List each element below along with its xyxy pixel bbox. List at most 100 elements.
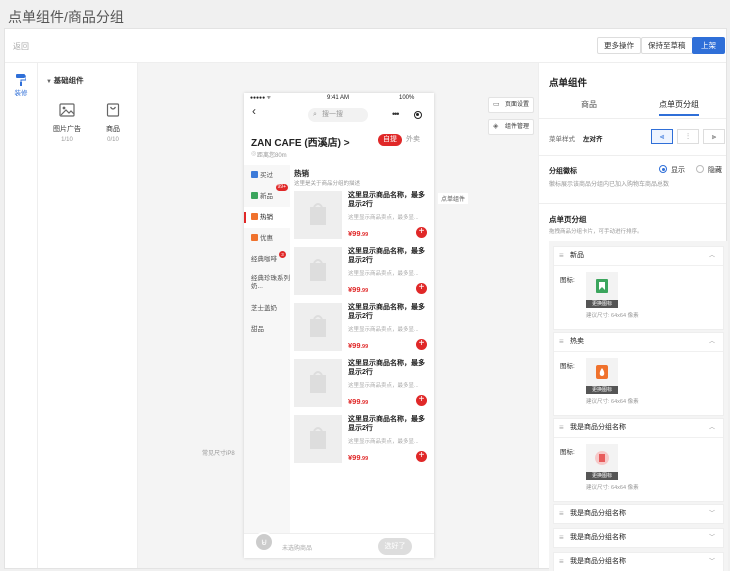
status-bar: ●●●●● ᯤ 9:41 AM 100% [244, 93, 434, 103]
group-card[interactable]: ≡ 我是商品分组名称 ﹀ [553, 504, 724, 524]
top-toolbar: 返回 更多操作 保持至草稿 上架 [5, 29, 726, 63]
component-manage-button[interactable]: ◈ 组件管理 [488, 119, 534, 135]
checkout-button[interactable]: 选好了 [378, 538, 412, 555]
show-radio[interactable]: 显示 [659, 165, 685, 175]
radio-unchecked-icon [696, 165, 704, 173]
add-to-cart-button[interactable]: + [416, 339, 427, 350]
drag-handle-icon[interactable]: ≡ [559, 419, 564, 437]
cart-icon[interactable]: ⊌ [254, 532, 274, 552]
component-name: 图片广告 [53, 126, 81, 133]
product-card[interactable]: 这里显示商品名称，最多显示2行 这里显示商品卖点，最多显... ¥99.99 + [292, 191, 430, 241]
drag-handle-icon[interactable]: ≡ [559, 553, 564, 571]
page-title: 点单组件/商品分组 [8, 9, 124, 25]
category-item-bought[interactable]: 买过 [244, 165, 290, 186]
image-icon [59, 103, 75, 117]
category-icon [251, 171, 258, 178]
drag-handle-icon[interactable]: ≡ [559, 505, 564, 523]
tab-products[interactable]: 商品 [581, 99, 597, 119]
store-name[interactable]: ZAN CAFE (西溪店) > [251, 134, 350, 149]
category-item-pearl[interactable]: 经典珍珠系列奶... [244, 270, 290, 298]
search-input[interactable]: ⌕ 搜一搜 [308, 108, 368, 122]
align-right-icon[interactable]: ⫸ [703, 129, 725, 144]
product-desc: 这里显示商品卖点，最多显... [348, 215, 419, 221]
drag-handle-icon[interactable]: ≡ [559, 333, 564, 351]
add-to-cart-button[interactable]: + [416, 395, 427, 406]
size-hint: 建议尺寸: 64x64 像素 [586, 399, 639, 405]
chevron-left-icon[interactable]: ‹ [252, 104, 256, 118]
back-link[interactable]: 返回 [13, 41, 29, 52]
product-price: ¥99.99 [348, 341, 369, 350]
chevron-up-icon[interactable]: ︿ [709, 419, 715, 437]
group-card-header[interactable]: ≡ 我是商品分组名称 ﹀ [554, 529, 723, 547]
chevron-up-icon[interactable]: ︿ [709, 333, 715, 351]
change-icon-button[interactable]: 更换图标 [586, 386, 618, 394]
group-card-header[interactable]: ≡ 我是商品分组名称 ︿ [554, 419, 723, 437]
save-draft-button[interactable]: 保持至草稿 [641, 37, 693, 54]
mini-program-capsule[interactable]: ••• [386, 108, 428, 122]
component-image-ad[interactable]: 图片广告 1/10 [50, 103, 84, 143]
icon-field-label: 图标: [560, 277, 575, 284]
product-card[interactable]: 这里显示商品名称，最多显示2行 这里显示商品卖点，最多显... ¥99.99 + [292, 415, 430, 465]
category-icon [251, 192, 258, 199]
library-title[interactable]: ▼ 基础组件 [46, 75, 84, 86]
settings-panel: 点单组件 商品 点单页分组 菜单样式 左对齐 ⫷ ⫶ ⫸ 分组徽标 徽标展示该商… [538, 63, 728, 571]
page-settings-button[interactable]: ▭ 页面设置 [488, 97, 534, 113]
category-item-coffee[interactable]: 经典咖啡 3 [244, 249, 290, 270]
shopping-bag-icon [106, 103, 120, 117]
group-card[interactable]: ≡ 我是商品分组名称 ︿ 图标: 更换图标 建议尺寸: 64x64 像素 [553, 418, 724, 502]
group-card-header[interactable]: ≡ 我是商品分组名称 ﹀ [554, 553, 723, 571]
count-badge: 3 [279, 251, 286, 258]
product-desc: 这里显示商品卖点，最多显... [348, 439, 419, 445]
publish-button[interactable]: 上架 [692, 37, 725, 54]
category-item-hot[interactable]: 热销 [244, 207, 290, 228]
category-item-cheese[interactable]: 芝士盖奶 [244, 298, 290, 319]
monitor-icon: ▭ [493, 101, 500, 108]
group-icon-label: 分组徽标 [549, 168, 577, 175]
group-card[interactable]: ≡ 我是商品分组名称 ﹀ [553, 528, 724, 548]
add-to-cart-button[interactable]: + [416, 227, 427, 238]
delivery-toggle[interactable]: 外卖 [402, 134, 424, 146]
category-item-new[interactable]: 新品 99+ [244, 184, 290, 207]
group-card[interactable]: ≡ 热卖 ︿ 图标: 更换图标 建议尺寸: 64x64 像素 [553, 332, 724, 416]
chevron-down-icon[interactable]: ﹀ [709, 529, 715, 547]
group-card-header[interactable]: ≡ 新品 ︿ [554, 247, 723, 265]
chevron-down-icon[interactable]: ﹀ [709, 553, 715, 571]
product-name: 这里显示商品名称，最多显示2行 [348, 192, 425, 208]
group-card-header[interactable]: ≡ 热卖 ︿ [554, 333, 723, 351]
paint-roller-icon[interactable] [16, 74, 26, 86]
component-library: ▼ 基础组件 图片广告 1/10 商品 0/10 [38, 63, 138, 568]
more-actions-button[interactable]: 更多操作 [597, 37, 641, 54]
rail-label-decorate[interactable]: 装修 [5, 87, 37, 97]
add-to-cart-button[interactable]: + [416, 283, 427, 294]
change-icon-button[interactable]: 更换图标 [586, 300, 618, 308]
divider [539, 203, 726, 204]
product-card[interactable]: 这里显示商品名称，最多显示2行 这里显示商品卖点，最多显... ¥99.99 + [292, 303, 430, 353]
product-image [294, 303, 342, 351]
tab-divider [539, 118, 726, 119]
group-card-header[interactable]: ≡ 我是商品分组名称 ﹀ [554, 505, 723, 523]
left-rail: 装修 [5, 63, 38, 568]
more-dots-icon[interactable]: ••• [392, 107, 400, 121]
component-product[interactable]: 商品 0/10 [96, 103, 130, 143]
change-icon-button[interactable]: 更换图标 [586, 472, 618, 480]
hide-radio[interactable]: 隐藏 [696, 165, 722, 175]
chevron-up-icon[interactable]: ︿ [709, 247, 715, 265]
pickup-toggle[interactable]: 自提 [378, 134, 402, 146]
group-card-body: 图标: 更换图标 建议尺寸: 64x64 像素 [554, 265, 723, 329]
category-item-discount[interactable]: 优惠 [244, 228, 290, 249]
close-target-icon[interactable] [414, 111, 422, 119]
search-icon: ⌕ [313, 111, 317, 118]
group-card[interactable]: ≡ 新品 ︿ 图标: 更换图标 建议尺寸: 64x64 像素 [553, 246, 724, 330]
product-card[interactable]: 这里显示商品名称，最多显示2行 这里显示商品卖点，最多显... ¥99.99 + [292, 359, 430, 409]
category-item-dessert[interactable]: 甜品 [244, 319, 290, 340]
product-card[interactable]: 这里显示商品名称，最多显示2行 这里显示商品卖点，最多显... ¥99.99 + [292, 247, 430, 297]
group-card[interactable]: ≡ 我是商品分组名称 ﹀ [553, 552, 724, 571]
chevron-down-icon[interactable]: ﹀ [709, 505, 715, 523]
phone-preview: ●●●●● ᯤ 9:41 AM 100% ‹ ⌕ 搜一搜 ••• ZAN CAF… [244, 93, 434, 558]
tab-menu-groups[interactable]: 点单页分组 [659, 99, 699, 119]
align-left-icon[interactable]: ⫷ [651, 129, 673, 144]
align-center-icon[interactable]: ⫶ [677, 129, 699, 144]
drag-handle-icon[interactable]: ≡ [559, 529, 564, 547]
add-to-cart-button[interactable]: + [416, 451, 427, 462]
drag-handle-icon[interactable]: ≡ [559, 247, 564, 265]
